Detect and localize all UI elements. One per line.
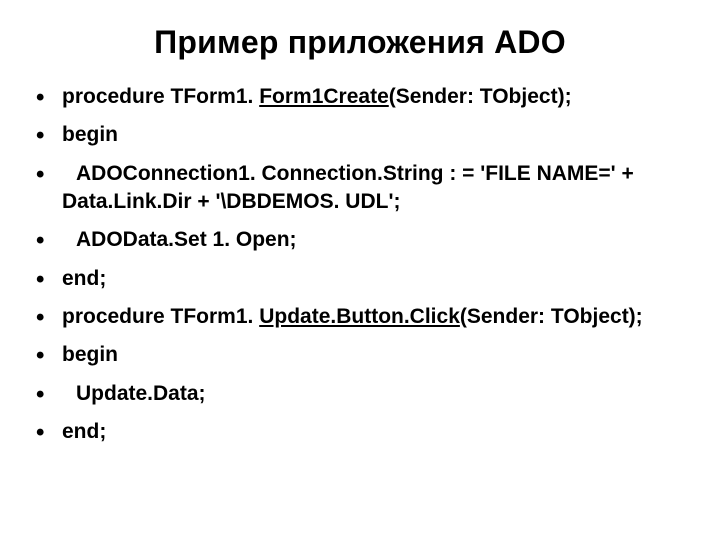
line5-text: end; xyxy=(62,267,106,290)
code-line-9: end; xyxy=(30,418,690,446)
code-line-3: ADOConnection1. Connection.String : = 'F… xyxy=(30,160,690,217)
line6-underline: Update.Button.Click xyxy=(259,305,460,328)
line4-text: ADOData.Set 1. Open; xyxy=(76,228,297,251)
line1-underline: Form1Create xyxy=(259,85,389,108)
line6-prefix: procedure TForm1. xyxy=(62,305,259,328)
line6-suffix: (Sender: TObject); xyxy=(460,305,643,328)
line3-text: ADOConnection1. Connection.String : = 'F… xyxy=(62,162,634,213)
code-line-4: ADOData.Set 1. Open; xyxy=(30,226,690,254)
line1-suffix: (Sender: TObject); xyxy=(389,85,572,108)
code-line-6: procedure TForm1. Update.Button.Click(Se… xyxy=(30,303,690,331)
line7-text: begin xyxy=(62,343,118,366)
code-line-2: begin xyxy=(30,121,690,149)
bullet-list: procedure TForm1. Form1Create(Sender: TO… xyxy=(30,83,690,446)
code-line-7: begin xyxy=(30,341,690,369)
line1-prefix: procedure TForm1. xyxy=(62,85,259,108)
slide: Пример приложения ADO procedure TForm1. … xyxy=(0,0,720,540)
line8-text: Update.Data; xyxy=(76,382,206,405)
code-line-1: procedure TForm1. Form1Create(Sender: TO… xyxy=(30,83,690,111)
code-line-5: end; xyxy=(30,265,690,293)
code-line-8: Update.Data; xyxy=(30,380,690,408)
line9-text: end; xyxy=(62,420,106,443)
slide-title: Пример приложения ADO xyxy=(30,24,690,61)
line2-text: begin xyxy=(62,123,118,146)
